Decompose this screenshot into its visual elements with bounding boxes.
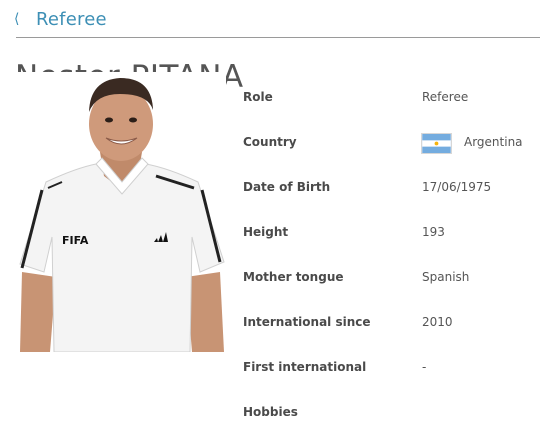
first-international-label: First international <box>243 360 367 374</box>
mother-tongue-label: Mother tongue <box>243 270 344 284</box>
referee-details: Role Referee Country Argentina Date of B… <box>243 74 540 434</box>
back-link[interactable]: ⟨ Referee <box>14 7 107 31</box>
argentina-flag-icon <box>421 133 452 154</box>
international-since-value: 2010 <box>422 315 453 329</box>
header-divider <box>16 37 540 38</box>
role-label: Role <box>243 90 273 104</box>
detail-row-height: Height 193 <box>243 209 540 254</box>
country-label: Country <box>243 135 297 149</box>
hobbies-label: Hobbies <box>243 405 298 419</box>
country-value: Argentina <box>464 135 523 149</box>
referee-photo: FIFA <box>16 72 226 352</box>
back-label: Referee <box>36 8 107 30</box>
role-value: Referee <box>422 90 469 104</box>
fifa-logo: FIFA <box>62 234 89 247</box>
detail-row-role: Role Referee <box>243 74 540 119</box>
height-label: Height <box>243 225 289 239</box>
first-international-value: - <box>422 360 427 374</box>
detail-row-date-of-birth: Date of Birth 17/06/1975 <box>243 164 540 209</box>
detail-row-country: Country Argentina <box>243 119 540 164</box>
detail-row-first-international: First international - <box>243 344 540 389</box>
detail-row-hobbies: Hobbies <box>243 389 540 434</box>
date-of-birth-label: Date of Birth <box>243 180 331 194</box>
detail-row-international-since: International since 2010 <box>243 299 540 344</box>
detail-row-mother-tongue: Mother tongue Spanish <box>243 254 540 299</box>
international-since-label: International since <box>243 315 371 329</box>
height-value: 193 <box>422 225 445 239</box>
date-of-birth-value: 17/06/1975 <box>422 180 492 194</box>
chevron-left-icon: ⟨ <box>14 11 20 27</box>
mother-tongue-value: Spanish <box>422 270 470 284</box>
